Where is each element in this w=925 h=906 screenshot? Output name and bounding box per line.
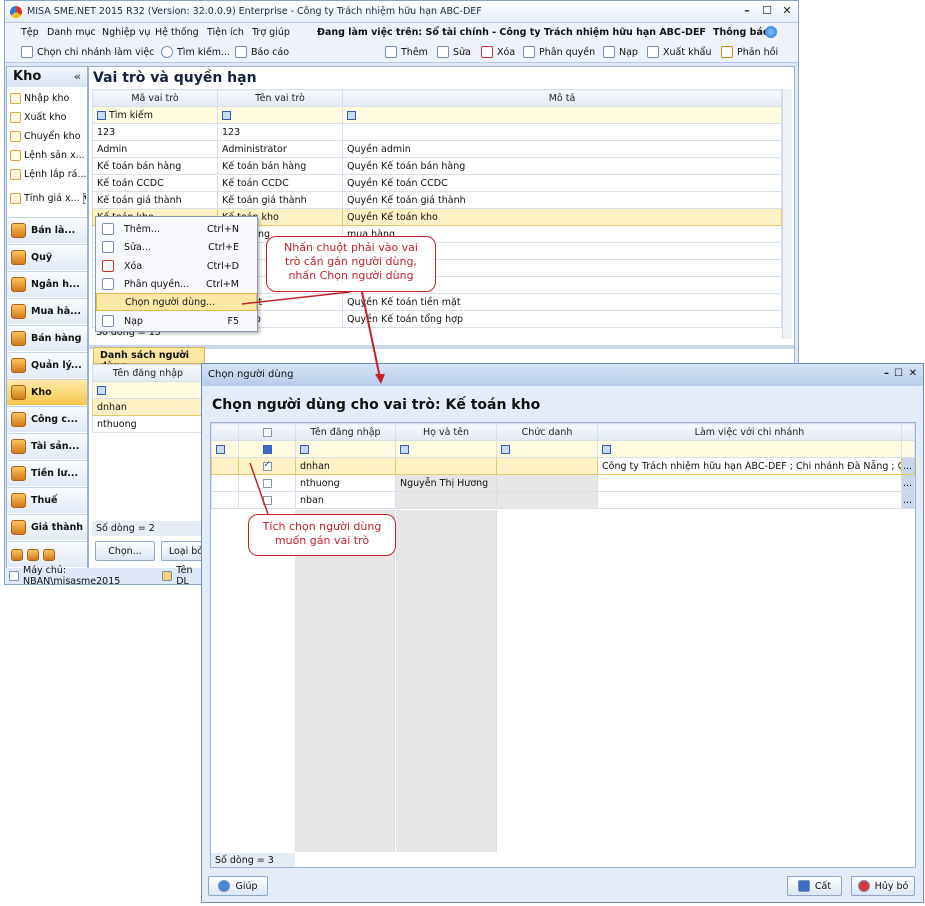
arrow-head [375,374,385,384]
arrow-to-checkbox [249,462,269,515]
arrow-to-dialog [361,291,381,379]
arrow-to-menu [241,291,351,305]
annotation-arrows [241,291,385,515]
